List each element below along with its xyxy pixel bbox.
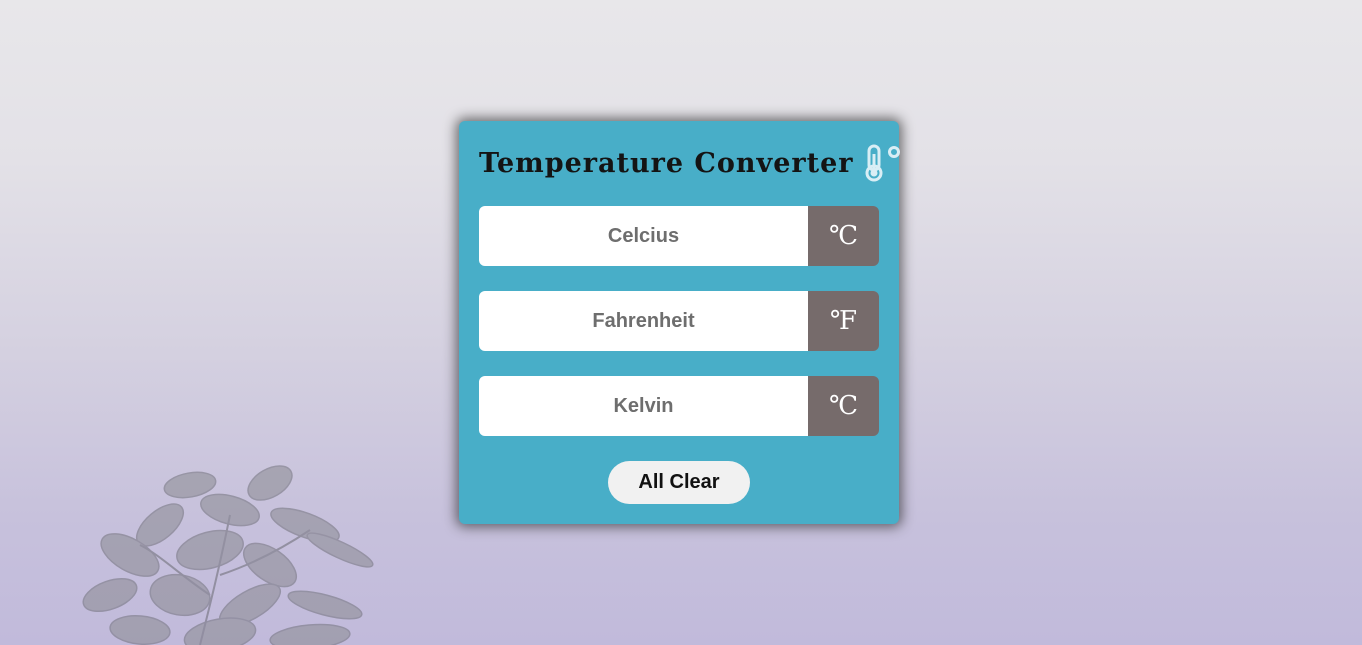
app-title: Temperature Converter (479, 147, 854, 179)
plant-background-image (82, 465, 374, 645)
celsius-input[interactable] (479, 206, 808, 266)
fahrenheit-field: ℉ (479, 291, 879, 351)
kelvin-input[interactable] (479, 376, 808, 436)
thermometer-degree-icon (865, 144, 900, 182)
celsius-unit-label: ℃ (808, 206, 879, 266)
fahrenheit-input[interactable] (479, 291, 808, 351)
title-row: Temperature Converter (479, 143, 902, 183)
kelvin-field: ℃ (479, 376, 879, 436)
celsius-field: ℃ (479, 206, 879, 266)
kelvin-unit-label: ℃ (808, 376, 879, 436)
all-clear-button[interactable]: All Clear (608, 461, 750, 504)
converter-card: Temperature Converter ℃ ℉ ℃ All Clear (459, 121, 902, 524)
fahrenheit-unit-label: ℉ (808, 291, 879, 351)
